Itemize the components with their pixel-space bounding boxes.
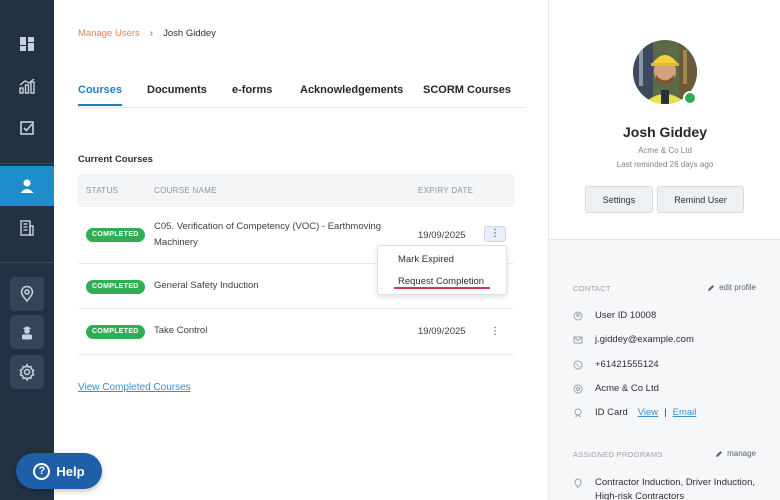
sidebar-item-users[interactable] [0, 166, 54, 206]
profile-name: Josh Giddey [622, 124, 708, 140]
sidebar-item-tasks[interactable] [0, 108, 54, 148]
question-icon: ? [33, 462, 51, 480]
row-action-menu: Mark Expired Request Completion [377, 245, 507, 295]
status-badge: COMPLETED [86, 228, 145, 242]
view-completed-courses-link[interactable]: View Completed Courses [78, 382, 191, 393]
user-details-panel: Josh Giddey Acme & Co Ltd Last reminded … [548, 0, 780, 500]
course-name[interactable]: General Safety Induction [154, 278, 394, 294]
section-title: Current Courses [78, 154, 153, 165]
email-value: j.giddey@example.com [595, 334, 694, 345]
tab-scorm-courses[interactable]: SCORM Courses [423, 84, 511, 104]
table-header: STATUS COURSE NAME EXPIRY DATE [78, 174, 514, 207]
contact-id-card: ID Card View | Email [573, 407, 696, 418]
contact-email: j.giddey@example.com [573, 334, 694, 345]
edit-profile-link[interactable]: edit profile [707, 283, 756, 292]
contact-user-id: User ID 10008 [573, 310, 656, 321]
id-card-view-link[interactable]: View [638, 407, 658, 418]
table-row: COMPLETED Take Control 19/09/2025 ⋮ [78, 309, 514, 355]
id-card-email-link[interactable]: Email [673, 407, 697, 418]
tab-documents[interactable]: Documents [147, 84, 207, 104]
breadcrumb-link-manage-users[interactable]: Manage Users [78, 28, 140, 39]
highlight-underline [394, 287, 490, 289]
contact-phone: +61421555124 [573, 359, 659, 370]
tab-bar: Courses Documents e-forms Acknowledgemen… [78, 78, 524, 108]
phone-icon [573, 360, 583, 369]
user-circle-icon [573, 311, 583, 320]
checkbox-icon [20, 121, 34, 135]
column-header-status: STATUS [86, 186, 119, 195]
phone-value: +61421555124 [595, 359, 659, 370]
link-separator: | [664, 407, 667, 418]
gear-icon [19, 363, 35, 381]
status-badge: COMPLETED [86, 280, 145, 294]
sidebar-item-companies[interactable] [0, 208, 54, 248]
assigned-programs-heading: ASSIGNED PROGRAMS [573, 450, 663, 459]
sidebar-item-dashboard[interactable] [0, 24, 54, 64]
edit-profile-label[interactable]: edit profile [719, 283, 756, 292]
tab-courses[interactable]: Courses [78, 84, 123, 106]
location-pin-icon [20, 285, 34, 303]
row-menu-button[interactable]: ⋮ [484, 226, 506, 242]
contact-company: Acme & Co Ltd [573, 383, 659, 394]
last-reminded-text: Last reminded 26 days ago [616, 160, 714, 169]
id-card-label: ID Card [595, 407, 628, 418]
tab-e-forms[interactable]: e-forms [232, 84, 272, 104]
user-id-value: User ID 10008 [595, 310, 657, 321]
user-icon [20, 179, 34, 193]
manage-label[interactable]: manage [727, 449, 756, 458]
expiry-date: 19/09/2025 [418, 326, 466, 337]
status-badge: COMPLETED [86, 325, 145, 339]
course-name[interactable]: Take Control [154, 323, 394, 339]
tab-acknowledgements[interactable]: Acknowledgements [300, 84, 403, 104]
remind-user-button[interactable]: Remind User [657, 186, 744, 213]
expiry-date: 19/09/2025 [418, 230, 466, 241]
assigned-programs-text: Contractor Induction, Driver Induction, … [595, 477, 755, 500]
help-label: Help [56, 463, 85, 479]
settings-button[interactable]: Settings [585, 186, 653, 213]
sidebar-divider [0, 163, 54, 164]
profile-company: Acme & Co Ltd [638, 146, 692, 155]
breadcrumb-current: Josh Giddey [163, 28, 216, 39]
dashboard-icon [20, 37, 34, 51]
company-icon [573, 384, 583, 393]
building-icon [20, 220, 34, 236]
sidebar-divider [0, 262, 54, 263]
pencil-icon [716, 450, 723, 457]
envelope-icon [573, 336, 583, 343]
profile-card: Josh Giddey Acme & Co Ltd Last reminded … [549, 0, 780, 240]
manage-programs-link[interactable]: manage [715, 449, 756, 458]
contact-heading: CONTACT [573, 284, 611, 293]
column-header-course-name: COURSE NAME [154, 186, 217, 195]
chart-icon [19, 78, 35, 94]
id-card-icon [574, 408, 582, 417]
sidebar [0, 0, 54, 500]
company-value: Acme & Co Ltd [595, 383, 659, 394]
menu-item-request-completion[interactable]: Request Completion [398, 276, 484, 287]
sidebar-item-locations[interactable] [10, 277, 44, 311]
assigned-programs-list: Contractor Induction, Driver Induction, … [573, 476, 773, 500]
worker-icon [22, 326, 32, 340]
pencil-icon [708, 284, 715, 291]
sidebar-item-settings[interactable] [10, 355, 44, 389]
menu-item-mark-expired[interactable]: Mark Expired [398, 254, 454, 265]
breadcrumb: Manage Users › Josh Giddey [78, 28, 216, 39]
column-header-expiry-date: EXPIRY DATE [418, 186, 474, 195]
location-pin-icon [574, 478, 582, 488]
chevron-right-icon: › [149, 28, 154, 39]
sidebar-item-contractors[interactable] [10, 315, 44, 349]
help-button[interactable]: ? Help [16, 453, 102, 489]
row-menu-button[interactable]: ⋮ [484, 324, 506, 340]
online-status-indicator [683, 91, 697, 105]
sidebar-item-reports[interactable] [0, 66, 54, 106]
course-name[interactable]: C05. Verification of Competency (VOC) - … [154, 219, 394, 251]
